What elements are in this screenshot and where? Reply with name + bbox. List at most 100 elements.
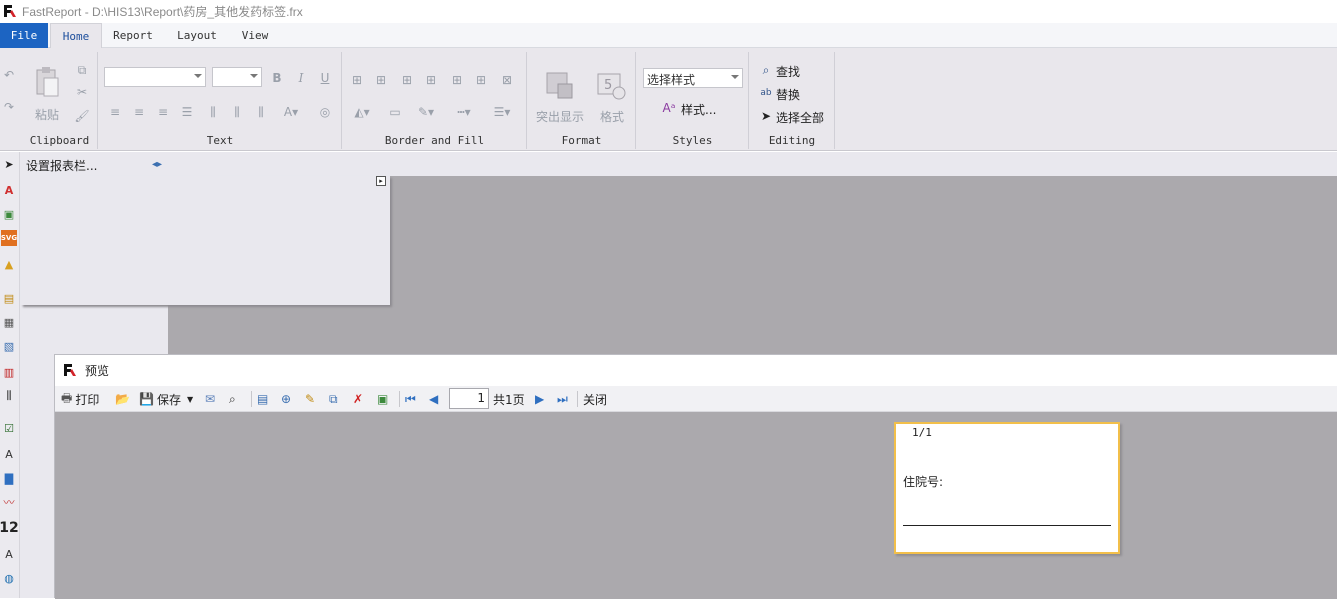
- print-button[interactable]: 🖶 打印: [61, 390, 99, 408]
- paste-label: 粘贴: [35, 108, 60, 122]
- highlight-icon[interactable]: [544, 70, 574, 100]
- style-combo[interactable]: 选择样式: [643, 68, 743, 88]
- clipboard-group: 粘贴 ⧉ ✂ 🖌 Clipboard: [22, 52, 98, 149]
- line-color-icon[interactable]: ✎▾: [411, 104, 441, 120]
- edit-icon[interactable]: ✎: [305, 390, 315, 408]
- save-icon: 💾: [139, 392, 154, 406]
- text-object-icon[interactable]: A: [1, 182, 17, 198]
- email-icon[interactable]: ✉: [205, 390, 215, 408]
- chevron-down-icon: ▼: [186, 394, 194, 404]
- outline-icon[interactable]: ▤: [257, 390, 268, 408]
- zoom-icon[interactable]: ⊕: [281, 390, 291, 408]
- svg-object-icon[interactable]: SVG: [1, 230, 17, 246]
- border-bottom-icon[interactable]: ⊞: [373, 72, 389, 88]
- border-fill-group-label: Border and Fill: [384, 134, 485, 147]
- preview-title-bar: 预览: [55, 355, 1337, 386]
- text-color-icon[interactable]: A▾: [279, 104, 303, 120]
- map-object-icon[interactable]: ◍: [1, 570, 17, 586]
- border-right-icon[interactable]: ⊞: [423, 72, 439, 88]
- object-toolbar: ➤ A ▣ SVG ▲ ▤ ▦ ▧ ▥ ⫼ ☑ A ▇ 〰 12 A ◍: [0, 152, 20, 598]
- cut-icon[interactable]: ✂: [74, 84, 90, 100]
- checkbox-object-icon[interactable]: ☑: [1, 420, 17, 436]
- cross-object-icon[interactable]: ▥: [1, 364, 17, 380]
- menu-bar: File Home Report Layout View: [0, 23, 1337, 49]
- bold-button[interactable]: B: [269, 70, 285, 86]
- first-page-icon[interactable]: ⏮: [405, 390, 416, 408]
- close-button[interactable]: 关闭: [583, 390, 607, 408]
- save-button[interactable]: 💾 保存 ▼: [139, 390, 193, 408]
- align-bottom-icon[interactable]: ⫼: [253, 104, 269, 120]
- copy-icon[interactable]: ⧉: [74, 62, 90, 78]
- table-object-icon[interactable]: ▦: [1, 314, 17, 330]
- undo-icon[interactable]: ↶: [2, 68, 16, 82]
- format-group: 突出显示 5 格式 Format: [528, 52, 636, 149]
- border-left-icon[interactable]: ⊞: [399, 72, 415, 88]
- format-group-label: Format: [561, 134, 602, 147]
- border-top-icon[interactable]: ⊞: [349, 72, 365, 88]
- underline-button[interactable]: U: [317, 70, 333, 86]
- border-none-icon[interactable]: ⊞: [473, 72, 489, 88]
- picture-object-icon[interactable]: ▣: [1, 206, 17, 222]
- tab-home[interactable]: Home: [50, 23, 102, 49]
- richtext-object-icon[interactable]: A: [1, 446, 17, 462]
- tab-layout[interactable]: Layout: [170, 23, 224, 48]
- format-label: 格式: [600, 110, 625, 124]
- barcode-object-icon[interactable]: ⫼: [1, 388, 17, 404]
- format-icon[interactable]: 5: [596, 70, 626, 100]
- align-top-icon[interactable]: ⫼: [205, 104, 221, 120]
- line-style-icon[interactable]: ☰▾: [487, 104, 517, 120]
- matrix-object-icon[interactable]: ▧: [1, 338, 17, 354]
- select-all-button[interactable]: 选择全部: [776, 109, 824, 126]
- report-page-design[interactable]: ▸: [21, 176, 390, 305]
- zip-code-object-icon[interactable]: A: [1, 546, 17, 562]
- replace-button[interactable]: 替换: [776, 86, 800, 103]
- styles-button[interactable]: 样式...: [681, 101, 716, 118]
- open-icon[interactable]: 📂: [115, 390, 130, 408]
- next-page-icon[interactable]: ▶: [535, 390, 544, 408]
- font-name-combo[interactable]: [104, 67, 206, 87]
- border-all-icon[interactable]: ⊞: [449, 72, 465, 88]
- find-icon[interactable]: ⌕: [229, 390, 236, 408]
- tab-file[interactable]: File: [0, 23, 48, 48]
- shape-object-icon[interactable]: ▲: [1, 256, 17, 272]
- line-width-icon[interactable]: ┅▾: [449, 104, 479, 120]
- prev-page-icon[interactable]: ◀: [429, 390, 438, 408]
- format-painter-icon[interactable]: 🖌: [74, 108, 90, 124]
- preview-toolbar: 🖶 打印 📂 💾 保存 ▼ ✉ ⌕ ▤ ⊕ ✎ ⧉ ✗ ▣ ⏮ ◀ 1 共1页 …: [55, 386, 1337, 412]
- italic-button[interactable]: I: [293, 70, 309, 86]
- align-center-icon[interactable]: ≡: [131, 104, 147, 120]
- tab-report[interactable]: Report: [106, 23, 160, 48]
- align-justify-icon[interactable]: ☰: [179, 104, 195, 120]
- tab-view[interactable]: View: [234, 23, 276, 48]
- copy-page-icon[interactable]: ⧉: [329, 390, 338, 408]
- page-setup-icon[interactable]: ▣: [377, 390, 388, 408]
- paste-icon[interactable]: [34, 66, 60, 98]
- fill-color-icon[interactable]: ◭▾: [349, 104, 375, 120]
- font-size-combo[interactable]: [212, 67, 262, 87]
- delete-page-icon[interactable]: ✗: [353, 390, 363, 408]
- align-right-icon[interactable]: ≡: [155, 104, 171, 120]
- preview-window: 预览 🖶 打印 📂 💾 保存 ▼ ✉ ⌕ ▤ ⊕ ✎ ⧉ ✗ ▣ ⏮ ◀ 1 共…: [54, 354, 1337, 599]
- chart-object-icon[interactable]: ▇: [1, 470, 17, 486]
- cursor-icon: ➤: [760, 109, 772, 123]
- page-total-label: 共1页: [493, 392, 525, 407]
- pointer-tool-icon[interactable]: ➤: [1, 156, 17, 172]
- editing-group: ⌕ 查找 ab 替换 ➤ 选择全部 Editing: [750, 52, 835, 149]
- align-left-icon[interactable]: ≡: [107, 104, 123, 120]
- page-menu-icon[interactable]: ▸: [376, 176, 386, 186]
- fill-props-icon[interactable]: ▭: [387, 104, 403, 120]
- configure-bands-button[interactable]: 设置报表栏...: [26, 157, 97, 174]
- number-object-icon[interactable]: 12: [0, 520, 19, 536]
- page-number-input[interactable]: 1: [449, 388, 489, 409]
- last-page-icon[interactable]: ⏭: [557, 390, 568, 408]
- expand-collapse-icon[interactable]: ◂▸: [149, 157, 165, 171]
- text-rotation-icon[interactable]: ◎: [317, 104, 333, 120]
- border-props-icon[interactable]: ⊠: [499, 72, 515, 88]
- redo-icon[interactable]: ↷: [2, 100, 16, 114]
- border-fill-group: ⊞ ⊞ ⊞ ⊞ ⊞ ⊞ ⊠ ◭▾ ▭ ✎▾ ┅▾ ☰▾ Border and F…: [343, 52, 527, 149]
- subreport-object-icon[interactable]: ▤: [1, 290, 17, 306]
- sparkline-object-icon[interactable]: 〰: [1, 494, 17, 510]
- window-title: FastReport - D:\HIS13\Report\药房_其他发药标签.f…: [22, 4, 303, 19]
- align-middle-icon[interactable]: ⫼: [229, 104, 245, 120]
- find-button[interactable]: 查找: [776, 63, 800, 80]
